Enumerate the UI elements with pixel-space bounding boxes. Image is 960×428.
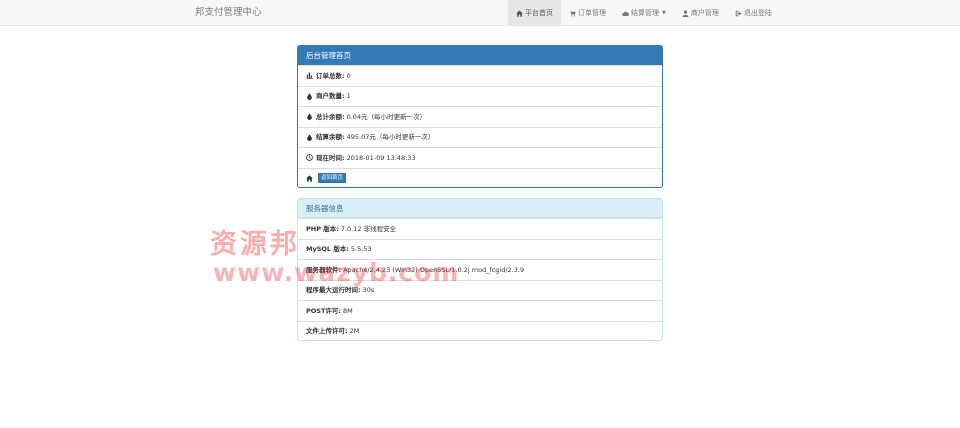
home-icon (516, 9, 523, 17)
list-item-mysql-version: MySQL 版本: 5.5.53 (298, 238, 662, 260)
order-count-value: 0 (346, 71, 351, 80)
nav-merchants-label: 商户管理 (690, 9, 719, 17)
mysql-version-value: 5.5.53 (350, 245, 372, 254)
brand-title[interactable]: 邦支付管理中心 (195, 0, 262, 26)
current-time-label: 现在时间: (316, 153, 345, 162)
nav-merchants[interactable]: 商户管理 (674, 0, 727, 26)
max-exec-time-value: 30s (362, 286, 375, 295)
merchant-count-value: 1 (346, 92, 351, 101)
post-limit-value: 8M (343, 306, 353, 315)
php-version-label: PHP 版本: (306, 224, 339, 233)
nav-settlement[interactable]: 结算管理 ▼ (614, 0, 674, 26)
server-panel-title: 服务器信息 (298, 199, 662, 218)
mysql-version-label: MySQL 版本: (306, 245, 349, 254)
upload-limit-value: 2M (349, 327, 360, 336)
list-item-total-balance: 总计余额: 0.04元（每小时更新一次） (298, 106, 662, 127)
tint-icon (307, 93, 312, 100)
nav-logout-label: 退出登陆 (743, 9, 772, 17)
php-version-value: 7.0.12 非线程安全 (340, 224, 397, 233)
main-nav: 平台首页 订单管理 结算管理 ▼ 商户管理 退出登陆 (508, 0, 780, 26)
user-icon (682, 9, 689, 17)
watermark-cn: 资源邦 (210, 229, 300, 260)
max-exec-time-label: 程序最大运行时间: (306, 286, 361, 295)
tint-icon (307, 134, 312, 141)
order-count-label: 订单总数: (316, 71, 345, 80)
list-item-max-exec-time: 程序最大运行时间: 30s (298, 279, 662, 301)
admin-panel-title: 后台管理首页 (298, 46, 662, 65)
clock-icon (306, 154, 313, 162)
upload-limit-label: 文件上传许可: (306, 327, 348, 336)
post-limit-label: POST许可: (306, 306, 342, 315)
server-software-value: Apache/2.4.23 (Win32) OpenSSL/1.0.2j mod… (343, 265, 525, 274)
list-item-merchant-count: 商户数量: 1 (298, 85, 662, 107)
nav-home-label: 平台首页 (525, 9, 553, 17)
nav-orders[interactable]: 订单管理 (561, 0, 614, 26)
current-time-value: 2018-01-09 13:48:33 (346, 153, 416, 162)
nav-orders-label: 订单管理 (578, 9, 606, 17)
list-item-current-time: 现在时间: 2018-01-09 13:48:33 (298, 147, 662, 168)
server-info-panel: 服务器信息 PHP 版本: 7.0.12 非线程安全 MySQL 版本: 5.5… (297, 198, 663, 341)
list-item-upload-limit: 文件上传许可: 2M (298, 320, 662, 342)
server-software-label: 服务器软件: (306, 265, 342, 274)
list-item-order-count: 订单总数: 0 (298, 65, 662, 86)
back-home-button[interactable]: 返回首页 (318, 173, 347, 184)
list-item-settlement-balance: 结算余额: 495.07元（每小时更新一次） (298, 126, 662, 148)
bar-chart-icon (306, 72, 313, 79)
list-item-post-limit: POST许可: 8M (298, 300, 662, 321)
cart-icon (569, 10, 576, 17)
nav-home[interactable]: 平台首页 (508, 0, 561, 26)
settlement-balance-label: 结算余额: (316, 133, 345, 142)
merchant-count-label: 商户数量: (316, 92, 345, 101)
list-item-back-home: 返回首页 (298, 167, 662, 189)
total-balance-label: 总计余额: (316, 112, 345, 121)
list-item-php-version: PHP 版本: 7.0.12 非线程安全 (298, 218, 662, 239)
logout-icon (735, 10, 742, 16)
nav-settlement-label: 结算管理 (631, 9, 659, 17)
cloud-icon (622, 11, 629, 16)
total-balance-value: 0.04元（每小时更新一次） (346, 112, 427, 121)
home-icon (306, 175, 313, 182)
settlement-balance-value: 495.07元（每小时更新一次） (346, 133, 435, 142)
list-item-server-software: 服务器软件: Apache/2.4.23 (Win32) OpenSSL/1.0… (298, 259, 662, 280)
admin-home-panel: 后台管理首页 订单总数: 0 商户数量: 1 总计余额: 0.04元（每小时更新… (297, 45, 663, 188)
chevron-down-icon: ▼ (662, 10, 666, 16)
tint-icon (307, 113, 312, 121)
nav-logout[interactable]: 退出登陆 (727, 0, 780, 26)
top-navbar: 邦支付管理中心 平台首页 订单管理 结算管理 ▼ 商户管理 退出登陆 (0, 0, 960, 26)
